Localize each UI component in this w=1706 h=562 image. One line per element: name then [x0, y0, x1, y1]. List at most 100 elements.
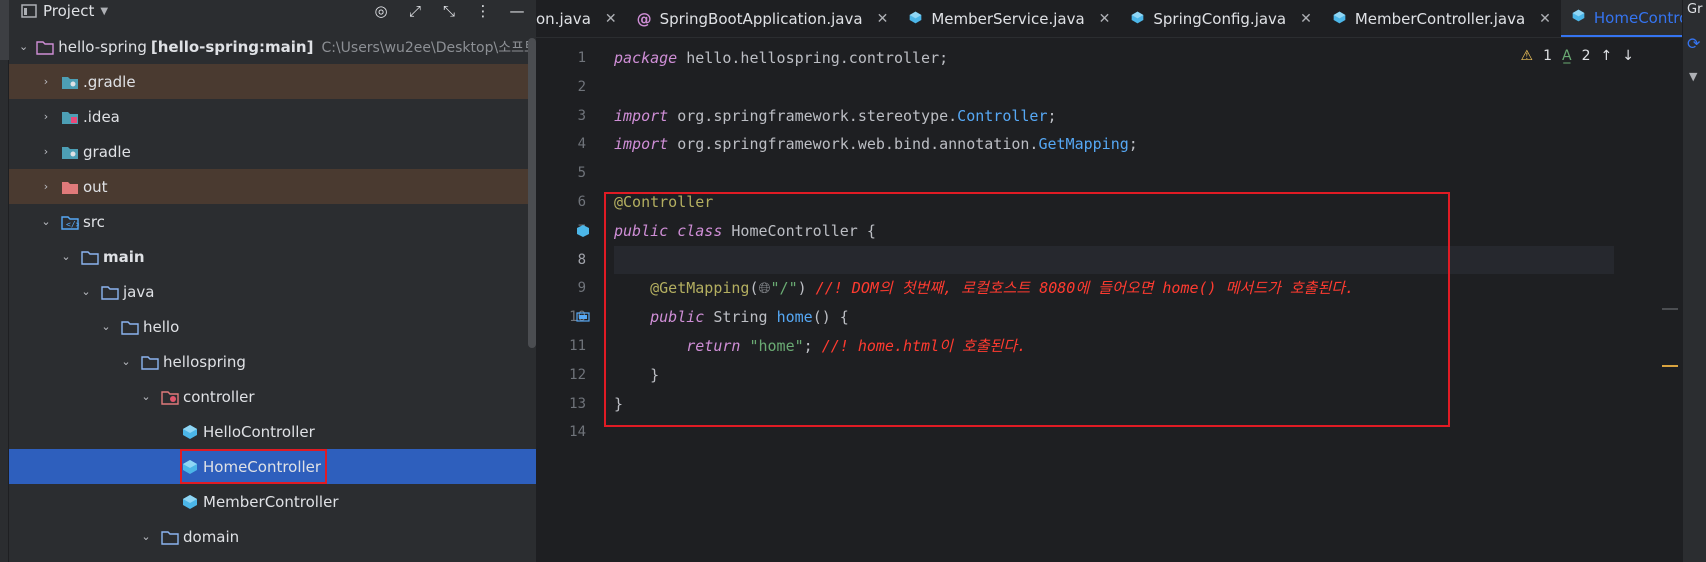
spring-bean-gutter-icon[interactable] — [576, 224, 590, 238]
tree-item-label: HelloController — [203, 422, 315, 441]
editor-tab-label: on.java — [536, 10, 591, 28]
chevron-down-icon[interactable]: ⌄ — [119, 355, 133, 368]
folder-icon — [121, 319, 139, 335]
close-icon[interactable]: ✕ — [1099, 11, 1111, 27]
tree-item-domain[interactable]: ⌄ domain — [9, 519, 536, 554]
close-icon[interactable]: ✕ — [877, 11, 889, 27]
chevron-down-icon[interactable]: ▼ — [100, 6, 108, 17]
tree-item-idea[interactable]: › .idea — [9, 99, 536, 134]
next-highlight-icon[interactable]: ↓ — [1622, 48, 1634, 64]
chevron-down-icon[interactable]: ⌄ — [139, 390, 153, 403]
tree-scrollbar[interactable] — [528, 38, 536, 348]
chevron-right-icon[interactable]: › — [39, 75, 53, 88]
tree-item-label: java — [123, 282, 155, 301]
keyword: import — [614, 135, 669, 154]
controller-folder-icon — [161, 389, 179, 405]
line-number: 11 — [569, 337, 586, 354]
tree-item-gradle[interactable]: › .gradle — [9, 64, 536, 99]
project-panel-header: Project ▼ ◎ ⤢ ⤡ ⋮ — — [9, 0, 536, 22]
tree-item-src[interactable]: ⌄ </> src — [9, 204, 536, 239]
keyword: import — [614, 106, 669, 125]
sync-icon[interactable]: ⟳ — [1687, 34, 1700, 53]
tree-item-hellospring[interactable]: ⌄ hello-spring [hello-spring:main] C:\Users… — [9, 29, 536, 64]
tree-item-membercontroller[interactable]: MemberController — [9, 484, 536, 519]
tree-item-label: domain — [183, 527, 240, 546]
collapse-icon[interactable]: ⤡ — [440, 2, 458, 20]
module-folder-icon — [36, 39, 54, 55]
warning-marker[interactable] — [1662, 365, 1678, 367]
chevron-down-icon[interactable]: ⌄ — [99, 320, 113, 333]
tree-item-gradle[interactable]: › gradle — [9, 134, 536, 169]
minimize-icon[interactable]: — — [508, 2, 526, 20]
editor-tab-label: SpringConfig.java — [1153, 10, 1287, 28]
folder-icon — [101, 284, 119, 300]
chevron-down-icon[interactable]: ⌄ — [139, 530, 153, 543]
line-number: 7 — [536, 217, 606, 246]
chevron-down-icon[interactable]: ⌄ — [19, 40, 28, 53]
tree-item-out[interactable]: › out — [9, 169, 536, 204]
module-path: C:\Users\wu2ee\Desktop\소프트웨어 — [321, 39, 536, 56]
close-icon[interactable]: ✕ — [1300, 11, 1312, 27]
more-icon[interactable]: ⋮ — [474, 2, 492, 20]
left-tool-stripe — [0, 0, 20, 562]
tree-item-hellospring[interactable]: ⌄ hellospring — [9, 344, 536, 379]
chevron-right-icon[interactable]: › — [39, 110, 53, 123]
folder-icon — [161, 529, 179, 545]
gradle-tool-label[interactable]: Gr — [1687, 2, 1702, 17]
tree-item-label: gradle — [83, 142, 131, 161]
chevron-down-icon[interactable]: ▼ — [1689, 70, 1697, 83]
tree-item-label: .idea — [83, 107, 120, 126]
close-icon[interactable]: ✕ — [605, 11, 617, 27]
line-number: 4 — [577, 136, 586, 153]
chevron-right-icon[interactable]: › — [39, 145, 53, 158]
selection-highlight-box — [180, 449, 327, 484]
expand-icon[interactable]: ⤢ — [406, 2, 424, 20]
tree-item-hello[interactable]: ⌄ hello — [9, 309, 536, 344]
editor-tab[interactable]: on.java ✕ — [536, 0, 627, 37]
chevron-down-icon[interactable]: ⌄ — [79, 285, 93, 298]
line-number: 2 — [577, 78, 586, 95]
editor-tab[interactable]: SpringConfig.java ✕ — [1120, 0, 1321, 37]
class-ref: GetMapping — [1038, 135, 1129, 154]
editor-tab[interactable]: @ SpringBootApplication.java ✕ — [627, 0, 899, 37]
editor-tab[interactable]: HomeController.java✕ — [1560, 0, 1682, 37]
chevron-down-icon[interactable]: ⌄ — [39, 215, 53, 228]
code-text: hello.hellospring.controller; — [677, 49, 949, 67]
line-number: 8 — [577, 251, 586, 268]
line-number: 14 — [569, 424, 586, 441]
right-tool-stripe: Gr ⟳ ▼ — [1682, 0, 1706, 562]
project-panel-title[interactable]: Project — [43, 2, 94, 20]
chevron-down-icon[interactable]: ⌄ — [59, 250, 73, 263]
excluded-folder-icon — [61, 179, 79, 195]
code-text: org.springframework.web.bind.annotation. — [668, 135, 1039, 154]
gradle-folder-icon — [61, 144, 79, 160]
spring-bean-icon — [1571, 8, 1586, 27]
spring-bean-icon — [1130, 10, 1145, 29]
code-line-1: package hello.hellospring.controller; — [614, 44, 1614, 73]
code-text: org.springframework.stereotype. — [668, 106, 958, 125]
source-folder-icon: </> — [61, 214, 79, 230]
target-icon[interactable]: ◎ — [372, 2, 390, 20]
scroll-marker[interactable] — [1662, 308, 1678, 310]
line-number: 6 — [577, 193, 586, 210]
project-folder-icon — [21, 4, 37, 18]
tree-item-main[interactable]: ⌄ main — [9, 239, 536, 274]
folder-icon — [81, 249, 99, 265]
editor-tab-label: MemberService.java — [931, 10, 1085, 28]
close-icon[interactable]: ✕ — [1539, 11, 1551, 27]
tree-item-label: main — [103, 247, 145, 266]
endpoint-gutter-icon[interactable] — [576, 310, 590, 324]
annotation-icon: @ — [636, 10, 652, 28]
spring-bean-icon — [908, 10, 923, 29]
module-name: [hello-spring:main] — [150, 37, 314, 56]
tree-item-java[interactable]: ⌄ java — [9, 274, 536, 309]
tree-item-label: out — [83, 177, 108, 196]
chevron-right-icon[interactable]: › — [39, 180, 53, 193]
tree-item-label: hello — [143, 317, 180, 336]
tree-item-controller[interactable]: ⌄ controller — [9, 379, 536, 414]
editor-tab[interactable]: MemberService.java ✕ — [898, 0, 1120, 37]
tree-item-hellocontroller[interactable]: HelloController — [9, 414, 536, 449]
editor-tab[interactable]: MemberController.java ✕ — [1322, 0, 1561, 37]
svg-text:</>: </> — [66, 220, 79, 229]
